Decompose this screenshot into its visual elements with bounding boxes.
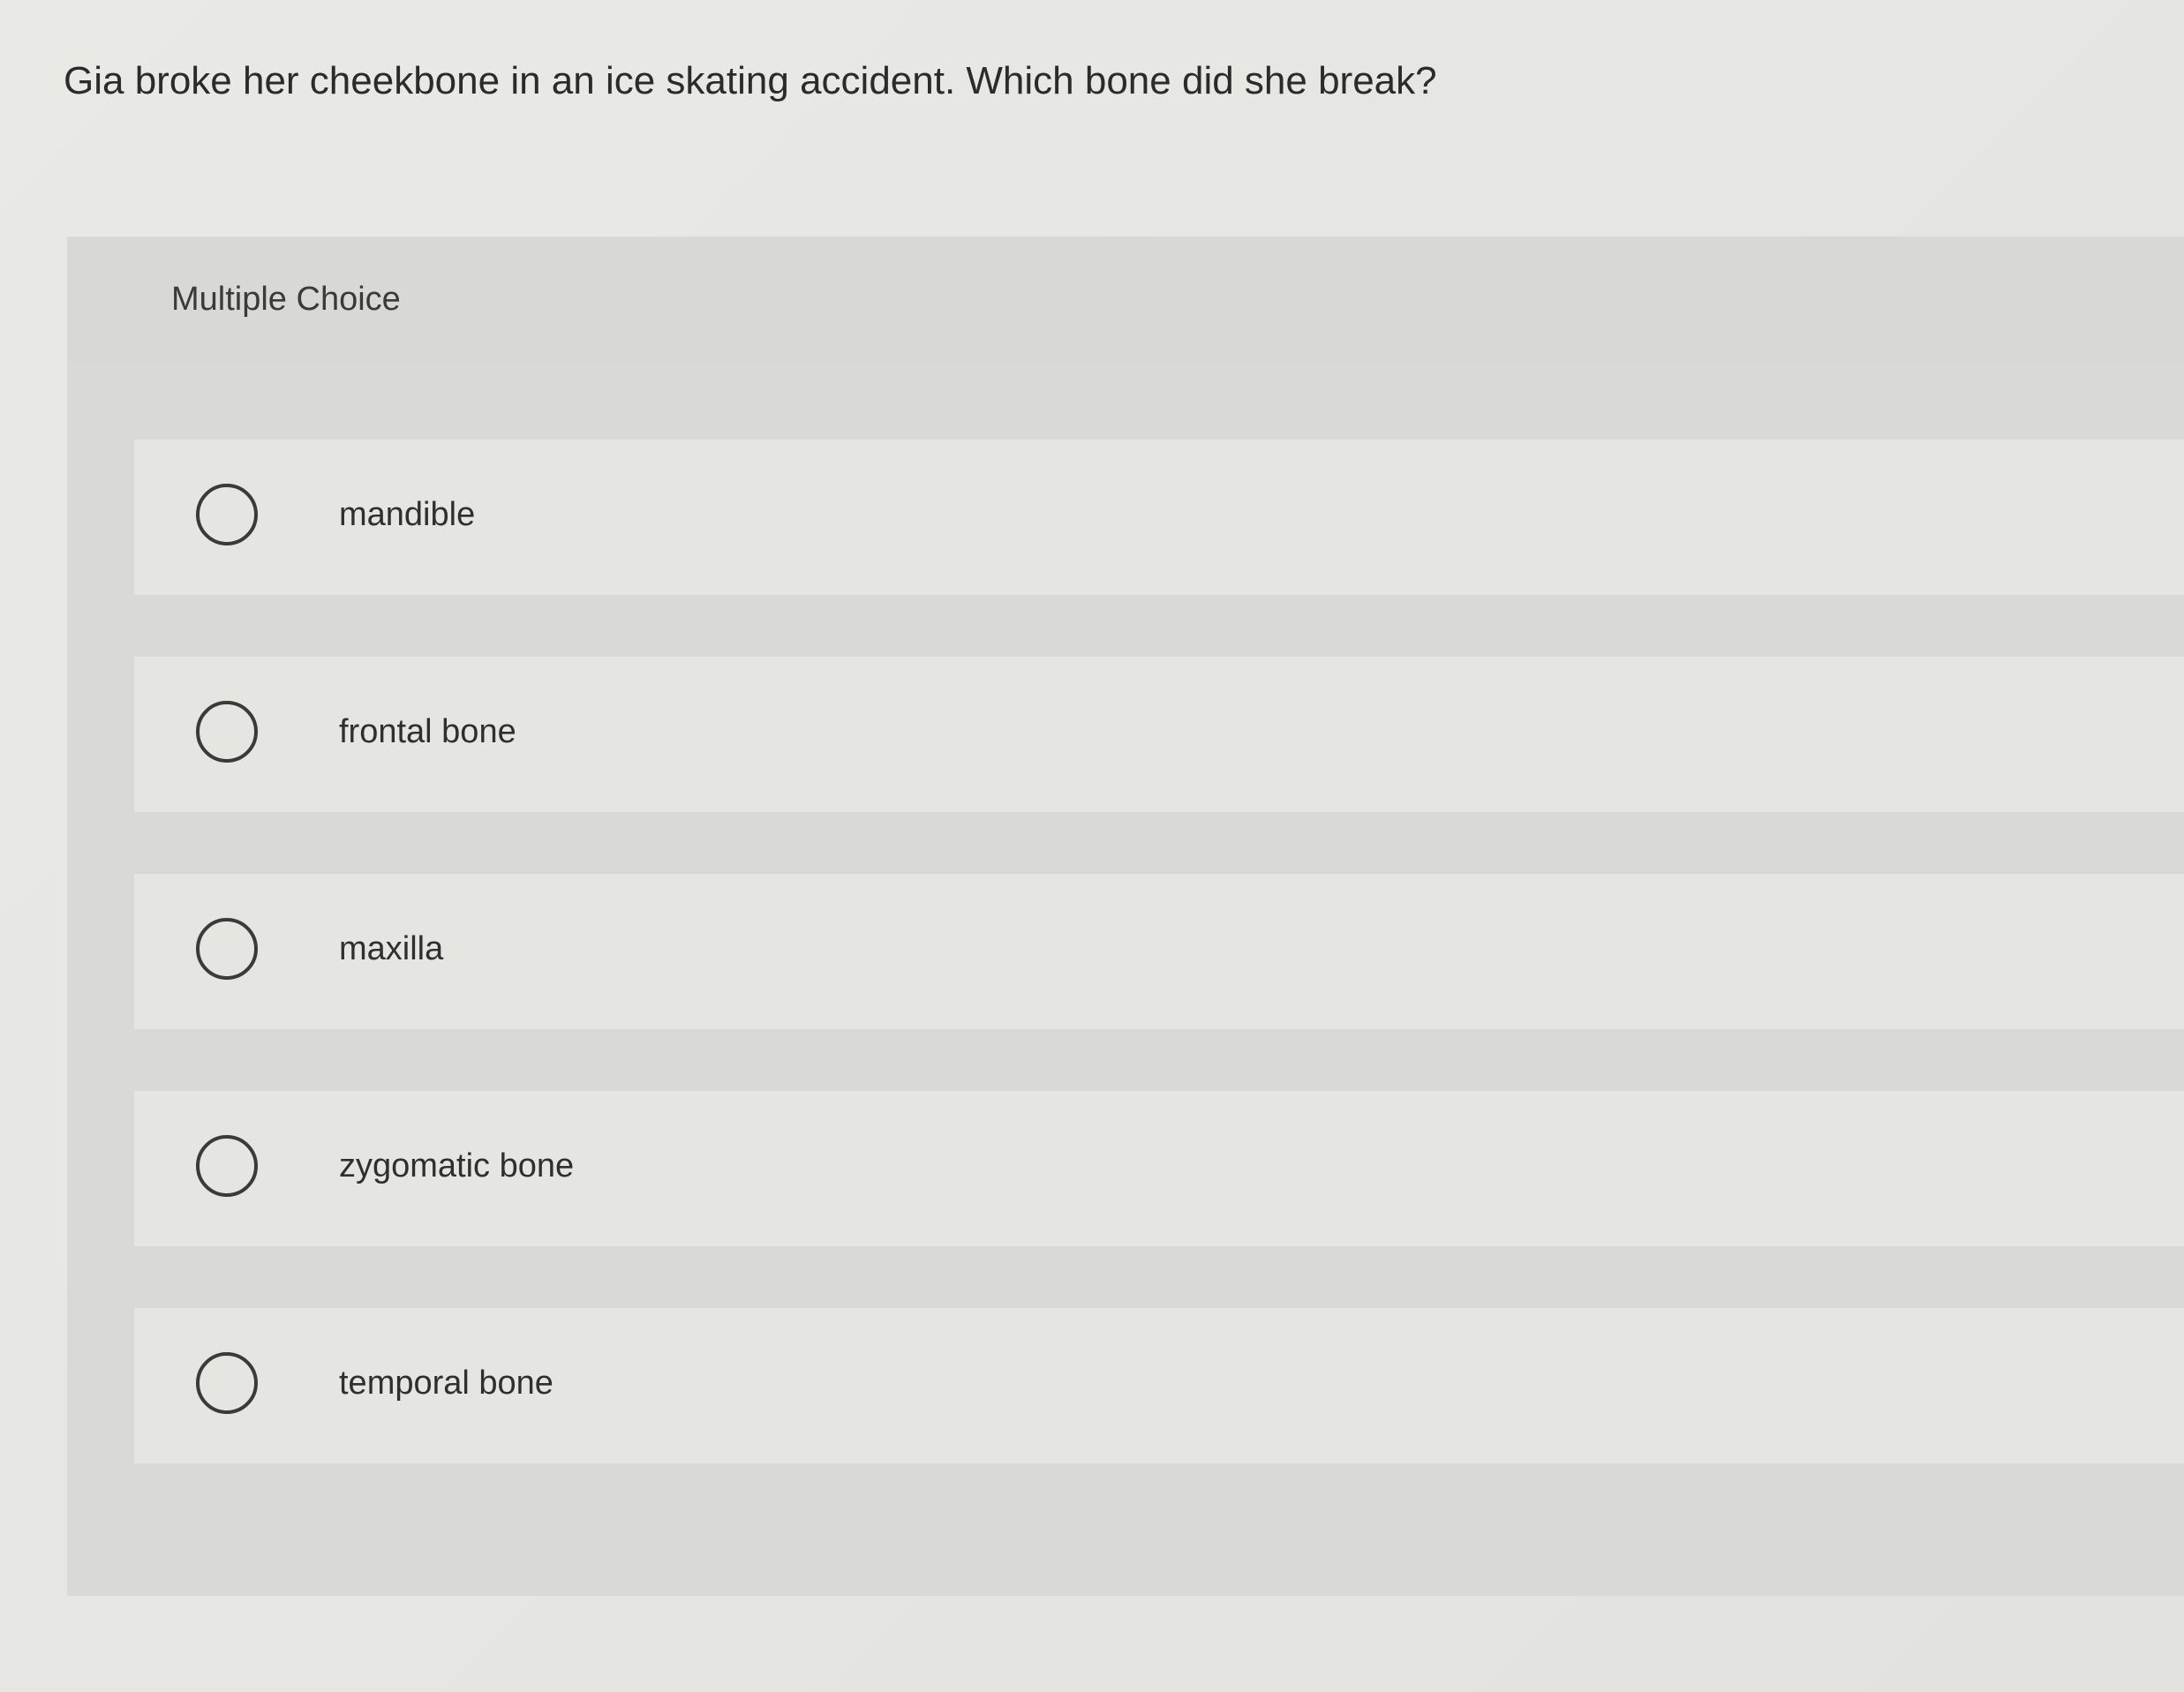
radio-unchecked-icon[interactable] [196, 1135, 258, 1197]
choice-zygomatic-bone[interactable]: zygomatic bone [134, 1091, 2184, 1246]
radio-unchecked-icon[interactable] [196, 484, 258, 545]
panel-header: Multiple Choice [67, 237, 2184, 365]
choice-label: zygomatic bone [339, 1147, 575, 1184]
choice-mandible[interactable]: mandible [134, 440, 2184, 595]
question-text: Gia broke her cheekbone in an ice skatin… [64, 59, 1437, 102]
panel-label: Multiple Choice [171, 281, 401, 318]
choice-maxilla[interactable]: maxilla [134, 874, 2184, 1029]
radio-unchecked-icon[interactable] [196, 701, 258, 763]
choice-label: frontal bone [339, 713, 516, 750]
radio-unchecked-icon[interactable] [196, 1352, 258, 1414]
choice-label: temporal bone [339, 1365, 554, 1402]
choice-label: mandible [339, 496, 476, 533]
choice-label: maxilla [339, 930, 444, 967]
choice-temporal-bone[interactable]: temporal bone [134, 1308, 2184, 1463]
radio-unchecked-icon[interactable] [196, 918, 258, 980]
choice-list: mandible frontal bone maxilla zygomatic … [134, 440, 2184, 1525]
multiple-choice-panel: Multiple Choice mandible frontal bone ma… [67, 237, 2184, 1596]
choice-frontal-bone[interactable]: frontal bone [134, 657, 2184, 812]
